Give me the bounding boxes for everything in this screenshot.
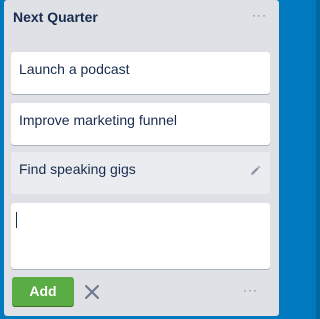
add-card-composer[interactable] [11,203,270,269]
text-cursor [16,212,17,228]
list-header: Next Quarter ··· [4,0,279,36]
close-icon[interactable] [83,283,101,301]
list-column: Next Quarter ··· Launch a podcast Improv… [4,0,279,316]
list-menu-icon[interactable]: ··· [252,8,267,22]
card-title-input[interactable] [11,203,270,269]
more-options-icon[interactable]: ··· [243,283,258,297]
card-title: Launch a podcast [19,61,130,77]
card[interactable]: Find speaking gigs [11,152,270,194]
board-background [316,0,320,319]
list-title[interactable]: Next Quarter [13,9,98,25]
card-title: Find speaking gigs [19,161,136,177]
card[interactable]: Improve marketing funnel [11,103,270,145]
card-title: Improve marketing funnel [19,112,177,128]
add-card-button[interactable]: Add [12,277,74,306]
card[interactable]: Launch a podcast [11,52,270,94]
pencil-icon[interactable] [249,165,261,177]
